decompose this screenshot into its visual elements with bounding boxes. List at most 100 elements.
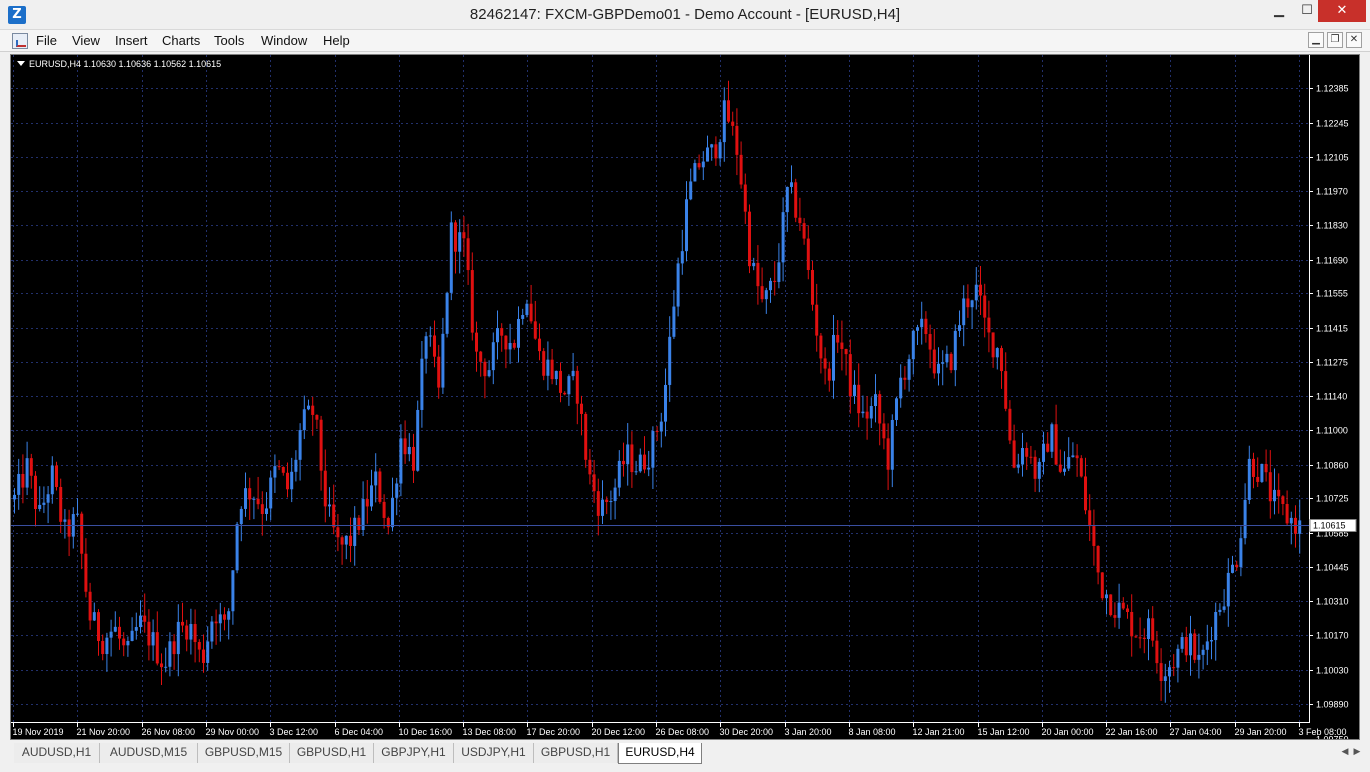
bullish-candle	[218, 614, 222, 624]
tab-gbpusd-h1-2[interactable]: GBPUSD,H1	[534, 743, 618, 763]
bearish-candle	[533, 321, 537, 339]
bearish-candle	[811, 269, 814, 305]
menu-file[interactable]: File	[36, 33, 57, 48]
bullish-candle	[937, 363, 940, 374]
tab-gbpusd-m15[interactable]: GBPUSD,M15	[198, 743, 290, 763]
bullish-candle	[164, 666, 168, 668]
bearish-candle	[1193, 633, 1197, 660]
price-tick-label: 1.10445	[1316, 563, 1349, 573]
tab-scroll-right-icon[interactable]: ▶	[1352, 745, 1362, 759]
price-tick-label: 1.11555	[1316, 289, 1348, 299]
tab-gbpjpy-h1[interactable]: GBPJPY,H1	[374, 743, 454, 763]
current-price-label: 1.10615	[1313, 521, 1346, 531]
bearish-candle	[643, 454, 646, 470]
menu-help[interactable]: Help	[323, 33, 350, 48]
bearish-candle	[655, 431, 659, 433]
bearish-candle	[559, 370, 562, 393]
bearish-candle	[29, 458, 33, 476]
bullish-candle	[1205, 641, 1209, 650]
chart-info-line: EURUSD,H4 1.10630 1.10636 1.10562 1.1061…	[17, 59, 221, 69]
bullish-candle	[1147, 618, 1150, 640]
bullish-candle	[374, 471, 378, 486]
bearish-candle	[80, 513, 84, 554]
bullish-candle	[1042, 443, 1045, 462]
bullish-candle	[441, 333, 445, 388]
bearish-candle	[1092, 526, 1096, 546]
tab-gbpusd-h1[interactable]: GBPUSD,H1	[290, 743, 374, 763]
bullish-candle	[617, 460, 621, 488]
mdi-restore-button[interactable]: ❐	[1327, 32, 1343, 48]
chart-window[interactable]: 1.12385 1.12245 1.12105 1.11970 1.11830 1.116…	[10, 54, 1360, 740]
close-window-button[interactable]: ✕	[1318, 0, 1366, 22]
tab-audusd-m15[interactable]: AUDUSD,M15	[100, 743, 198, 763]
time-tick-label: 8 Jan 08:00	[849, 727, 896, 737]
bearish-candle	[1109, 594, 1113, 616]
price-chart[interactable]: 1.12385 1.12245 1.12105 1.11970 1.11830 1.116…	[11, 55, 1359, 739]
bullish-candle	[1226, 572, 1230, 607]
bearish-candle	[773, 280, 777, 282]
menu-charts[interactable]: Charts	[162, 33, 200, 48]
bullish-candle	[638, 454, 642, 472]
bullish-candle	[210, 621, 214, 642]
bearish-candle	[1096, 545, 1100, 573]
time-tick-label: 13 Dec 08:00	[463, 727, 517, 737]
bullish-candle	[680, 251, 684, 264]
bullish-candle	[344, 535, 348, 545]
tab-usdjpy-h1[interactable]: USDJPY,H1	[454, 743, 534, 763]
bullish-candle	[399, 438, 403, 484]
tab-audusd-h1[interactable]: AUDUSD,H1	[14, 743, 100, 763]
bullish-candle	[1105, 594, 1108, 599]
bullish-candle	[659, 421, 663, 432]
bearish-candle	[349, 535, 352, 546]
tab-eurusd-h4[interactable]: EURUSD,H4	[618, 743, 702, 764]
bullish-candle	[1222, 606, 1226, 610]
menu-window[interactable]: Window	[261, 33, 307, 48]
bullish-candle	[487, 370, 491, 377]
bearish-candle	[84, 553, 88, 592]
bullish-candle	[176, 621, 180, 655]
bearish-candle	[550, 359, 554, 380]
bullish-candle	[496, 328, 499, 343]
menu-insert[interactable]: Insert	[115, 33, 148, 48]
bullish-candle	[626, 444, 630, 465]
bullish-candle	[407, 446, 411, 455]
time-tick-label: 3 Jan 20:00	[785, 727, 832, 737]
chart-document-icon[interactable]	[12, 33, 28, 49]
bullish-candle	[785, 186, 789, 213]
tab-scroll-left-icon[interactable]: ◀	[1340, 745, 1350, 759]
bearish-candle	[185, 625, 189, 640]
bullish-candle	[685, 199, 688, 252]
bullish-candle	[920, 318, 924, 328]
bearish-candle	[1008, 408, 1012, 441]
bearish-candle	[857, 384, 861, 414]
bullish-candle	[907, 359, 911, 380]
bullish-candle	[38, 504, 42, 509]
bearish-candle	[1256, 476, 1260, 482]
bearish-candle	[697, 163, 701, 168]
bullish-candle	[370, 485, 373, 507]
minimize-window-button[interactable]: ▁	[1264, 0, 1294, 22]
bullish-candle	[1298, 520, 1302, 534]
dropdown-triangle-icon[interactable]	[17, 61, 25, 66]
bullish-candle	[676, 263, 680, 307]
bullish-candle	[105, 637, 109, 655]
menu-tools[interactable]: Tools	[214, 33, 244, 48]
time-tick-label: 3 Dec 12:00	[270, 727, 319, 737]
bullish-candle	[1201, 649, 1205, 655]
bearish-candle	[1100, 572, 1104, 599]
price-tick-label: 1.11970	[1316, 187, 1348, 197]
bearish-candle	[281, 467, 285, 473]
bearish-candle	[1138, 637, 1142, 639]
bullish-candle	[134, 627, 138, 631]
bearish-candle	[1054, 424, 1058, 465]
mdi-minimize-button[interactable]: ▁	[1308, 32, 1324, 48]
bearish-candle	[949, 353, 953, 371]
bearish-candle	[794, 182, 798, 218]
bullish-candle	[689, 181, 693, 200]
bullish-candle	[265, 508, 268, 514]
mdi-close-button[interactable]: ✕	[1346, 32, 1362, 48]
bullish-candle	[1197, 654, 1201, 660]
menu-view[interactable]: View	[72, 33, 100, 48]
bullish-candle	[416, 409, 420, 471]
bullish-candle	[1210, 640, 1213, 642]
